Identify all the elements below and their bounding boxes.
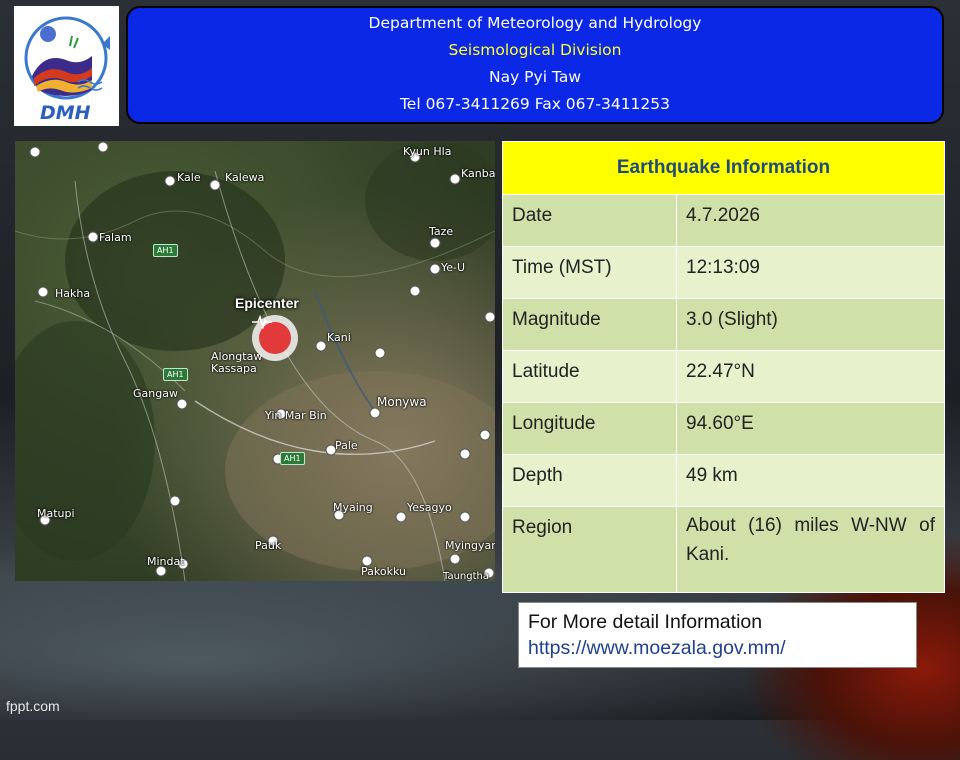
place-mindat: Mindat bbox=[147, 555, 185, 568]
row-value-depth: 49 km bbox=[676, 454, 945, 507]
row-label-time: Time (MST) bbox=[502, 246, 677, 299]
header-city: Nay Pyi Taw bbox=[488, 68, 582, 86]
place-yesagyo: Yesagyo bbox=[407, 501, 452, 514]
more-info-box: For More detail Information https://www.… bbox=[518, 602, 917, 668]
header-division: Seismological Division bbox=[448, 41, 622, 59]
place-kalewa: Kalewa bbox=[225, 171, 265, 184]
place-matupi: Matupi bbox=[37, 507, 75, 520]
row-label-longitude: Longitude bbox=[502, 402, 677, 455]
header-banner: Department of Meteorology and Hydrology … bbox=[126, 6, 944, 124]
epicenter-map: Kyun Hla Kale Kalewa Kanbal Falam Taze Y… bbox=[15, 141, 495, 581]
place-monywa: Monywa bbox=[377, 395, 427, 409]
place-gangaw: Gangaw bbox=[133, 387, 178, 400]
place-pakokku: Pakokku bbox=[361, 565, 406, 578]
epicenter-marker bbox=[252, 315, 298, 361]
row-label-latitude: Latitude bbox=[502, 350, 677, 403]
header-department: Department of Meteorology and Hydrology bbox=[368, 14, 702, 32]
row-value-time: 12:13:09 bbox=[676, 246, 945, 299]
row-label-region: Region bbox=[502, 506, 677, 593]
header-contact: Tel 067-3411269 Fax 067-3411253 bbox=[399, 95, 671, 113]
place-taungtha: Taungtha bbox=[443, 571, 489, 581]
place-myaing: Myaing bbox=[333, 501, 373, 514]
row-value-latitude: 22.47°N bbox=[676, 350, 945, 403]
table-row: Latitude 22.47°N bbox=[502, 350, 945, 403]
footer-credit: fppt.com bbox=[6, 698, 60, 714]
place-kale: Kale bbox=[177, 171, 201, 184]
row-label-date: Date bbox=[502, 194, 677, 247]
table-row: Date 4.7.2026 bbox=[502, 194, 945, 247]
place-pale: Pale bbox=[335, 439, 358, 452]
place-yin-mar-bin: Yin Mar Bin bbox=[265, 409, 327, 422]
more-info-link[interactable]: https://www.moezala.gov.mm/ bbox=[528, 635, 916, 661]
dmh-logo: DMH bbox=[14, 6, 119, 126]
place-kani: Kani bbox=[327, 331, 351, 344]
epicenter-label: Epicenter bbox=[235, 295, 299, 311]
logo-text: DMH bbox=[40, 102, 91, 124]
table-row: Time (MST) 12:13:09 bbox=[502, 246, 945, 299]
row-value-date: 4.7.2026 bbox=[676, 194, 945, 247]
road-badge-ah1: AH1 bbox=[153, 244, 178, 257]
road-badge-ah1: AH1 bbox=[280, 452, 305, 465]
row-value-region: About (16) miles W-NW of Kani. bbox=[676, 506, 945, 593]
table-row: Region About (16) miles W-NW of Kani. bbox=[502, 506, 945, 593]
place-myingyan: Myingyan bbox=[445, 539, 495, 552]
place-falam: Falam bbox=[99, 231, 132, 244]
row-value-longitude: 94.60°E bbox=[676, 402, 945, 455]
table-row: Magnitude 3.0 (Slight) bbox=[502, 298, 945, 351]
road-badge-ah1: AH1 bbox=[163, 368, 188, 381]
table-row: Longitude 94.60°E bbox=[502, 402, 945, 455]
more-info-text: For More detail Information bbox=[528, 611, 763, 633]
earthquake-info-table: Earthquake Information Date 4.7.2026 Tim… bbox=[502, 141, 945, 593]
place-kanbal: Kanbal bbox=[461, 167, 495, 180]
row-value-magnitude: 3.0 (Slight) bbox=[676, 298, 945, 351]
row-label-magnitude: Magnitude bbox=[502, 298, 677, 351]
info-table-title: Earthquake Information bbox=[502, 141, 945, 195]
place-pauk: Pauk bbox=[255, 539, 282, 552]
row-label-depth: Depth bbox=[502, 454, 677, 507]
seismic-pulse-icon bbox=[252, 315, 291, 354]
place-kyun-hla: Kyun Hla bbox=[403, 145, 452, 158]
place-ye-u: Ye-U bbox=[441, 261, 466, 274]
place-taze: Taze bbox=[429, 225, 454, 238]
table-row: Depth 49 km bbox=[502, 454, 945, 507]
place-hakha: Hakha bbox=[55, 287, 91, 300]
